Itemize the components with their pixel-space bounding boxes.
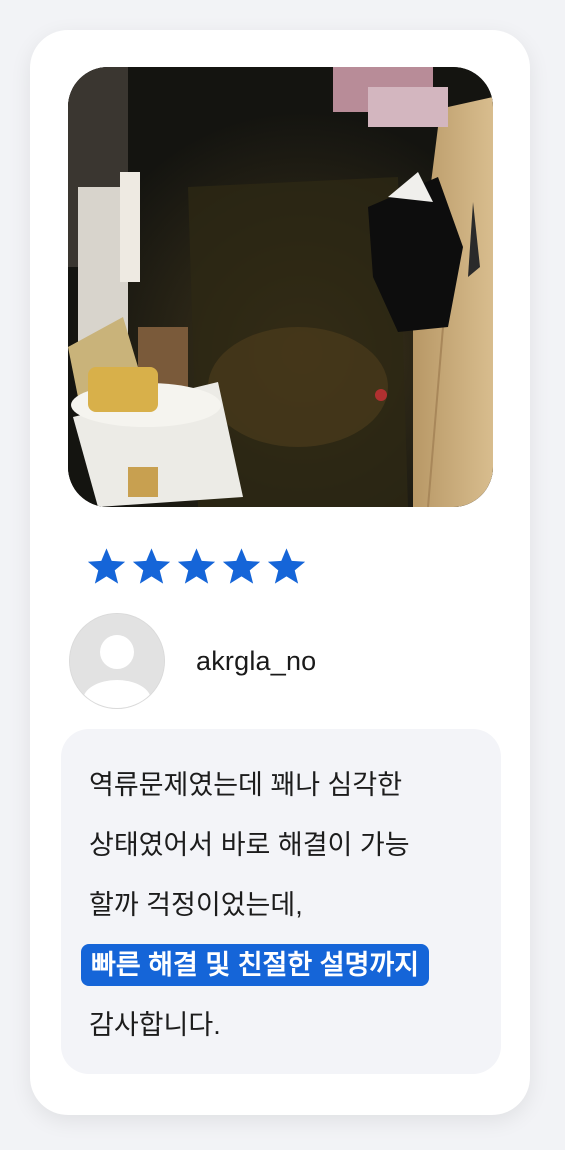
star-icon xyxy=(130,547,173,587)
review-highlight-line: 빠른 해결 및 친절한 설명까지 xyxy=(81,943,489,1003)
star-icon xyxy=(265,547,308,587)
star-icon xyxy=(175,547,218,587)
review-text: 역류문제였는데 꽤나 심각한 상태였어서 바로 해결이 가능 할까 걱정이었는데… xyxy=(81,763,489,1063)
rating-stars xyxy=(85,547,308,587)
review-card: akrgla_no 역류문제였는데 꽤나 심각한 상태였어서 바로 해결이 가능… xyxy=(30,30,530,1115)
reviewer-info: akrgla_no xyxy=(70,614,316,708)
review-photo xyxy=(68,67,493,507)
review-highlight: 빠른 해결 및 친절한 설명까지 xyxy=(81,944,430,986)
review-line: 할까 걱정이었는데, xyxy=(89,890,303,920)
reviewer-username: akrgla_no xyxy=(196,645,317,676)
review-closing: 감사합니다. xyxy=(89,1010,221,1040)
star-icon xyxy=(220,547,263,587)
review-line: 역류문제였는데 꽤나 심각한 xyxy=(89,770,403,800)
default-avatar-icon xyxy=(70,614,164,708)
review-text-box: 역류문제였는데 꽤나 심각한 상태였어서 바로 해결이 가능 할까 걱정이었는데… xyxy=(61,729,501,1074)
star-icon xyxy=(85,547,128,587)
review-line: 상태였어서 바로 해결이 가능 xyxy=(89,830,410,860)
